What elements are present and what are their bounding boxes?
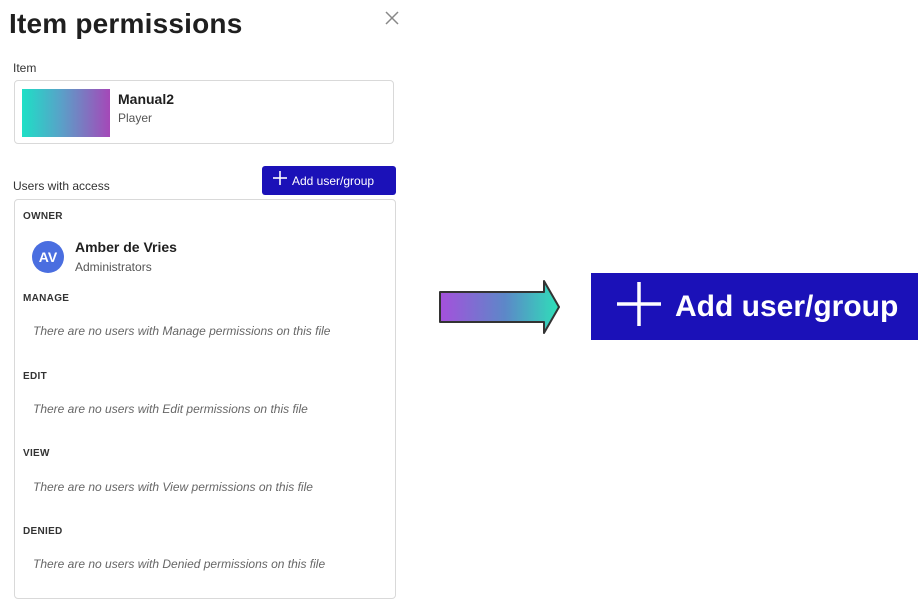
item-name: Manual2 xyxy=(118,91,175,107)
add-user-group-label-zoomed: Add user/group xyxy=(675,289,899,323)
item-card: Manual2 Player xyxy=(14,80,394,144)
denied-empty-message: There are no users with Denied permissio… xyxy=(33,557,326,571)
item-permissions-dialog: Item permissions Item Manual2 Player Use… xyxy=(0,0,410,599)
add-user-group-label: Add user/group xyxy=(292,173,375,188)
avatar: AV xyxy=(32,241,64,273)
plus-icon xyxy=(615,280,663,333)
close-icon[interactable] xyxy=(383,9,401,27)
group-heading-view: VIEW xyxy=(23,448,50,459)
group-heading-denied: DENIED xyxy=(23,526,63,537)
dialog-title: Item permissions xyxy=(9,8,243,39)
group-heading-edit: EDIT xyxy=(23,371,47,382)
view-empty-message: There are no users with View permissions… xyxy=(33,480,313,494)
add-user-group-button[interactable]: Add user/group xyxy=(262,166,396,195)
arrow-right-icon xyxy=(438,279,562,340)
manage-empty-message: There are no users with Manage permissio… xyxy=(33,324,331,338)
add-user-group-button-zoomed[interactable]: Add user/group xyxy=(591,273,918,340)
item-thumbnail xyxy=(22,89,110,137)
item-section-label: Item xyxy=(13,61,37,75)
users-access-list: OWNER AV Amber de Vries Administrators M… xyxy=(14,199,396,599)
group-heading-manage: MANAGE xyxy=(23,293,70,304)
edit-empty-message: There are no users with Edit permissions… xyxy=(33,402,308,416)
users-with-access-label: Users with access xyxy=(13,179,110,193)
item-type: Player xyxy=(118,111,153,125)
plus-icon xyxy=(272,170,288,191)
owner-name: Amber de Vries xyxy=(75,239,177,255)
group-heading-owner: OWNER xyxy=(23,211,63,222)
owner-role: Administrators xyxy=(75,260,152,274)
